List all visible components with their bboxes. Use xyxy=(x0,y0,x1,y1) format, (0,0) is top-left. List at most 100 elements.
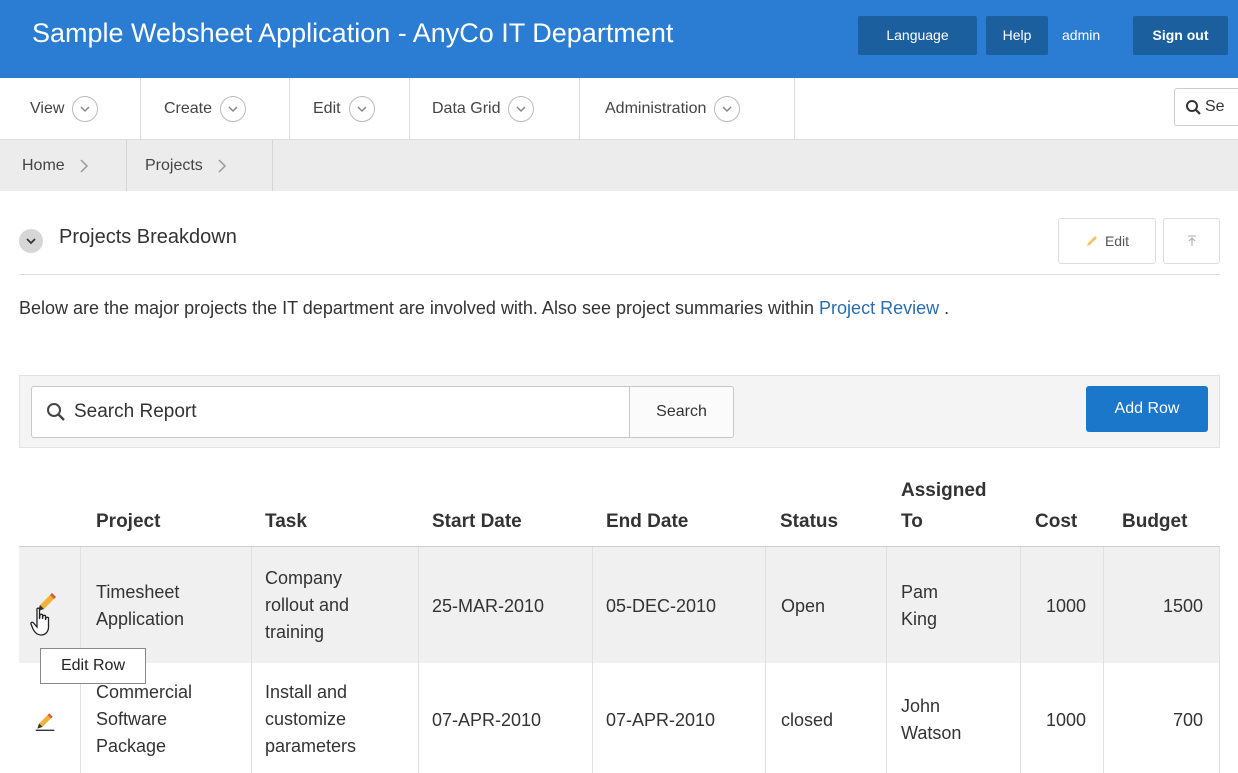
cell-assigned-line: Pam xyxy=(901,582,939,602)
cell-budget: 700 xyxy=(1172,710,1203,730)
menu-data-grid-label: Data Grid xyxy=(432,99,501,117)
column-divider xyxy=(251,547,252,773)
column-divider xyxy=(418,547,419,773)
col-header-budget[interactable]: Budget xyxy=(1122,506,1187,537)
column-divider xyxy=(886,547,887,773)
menu-administration-label: Administration xyxy=(605,99,707,117)
cell-start-date: 07-APR-2010 xyxy=(432,710,542,730)
menu-bar: View Create Edit Data Grid Administratio… xyxy=(0,78,1238,140)
breadcrumb-home-label: Home xyxy=(22,156,65,174)
arrow-up-to-top-icon xyxy=(1187,235,1196,246)
column-divider xyxy=(1103,547,1104,773)
cell-task-line: customize xyxy=(265,709,347,729)
menu-administration[interactable]: Administration xyxy=(580,78,795,139)
help-button[interactable]: Help xyxy=(986,16,1048,55)
chevron-down-icon[interactable] xyxy=(348,95,375,122)
cell-end-date: 05-DEC-2010 xyxy=(606,596,717,616)
cell-cost: 1000 xyxy=(1045,596,1086,616)
cell-assigned-to: John Watson xyxy=(901,693,961,747)
column-divider xyxy=(1219,547,1220,773)
app-title[interactable]: Sample Websheet Application - AnyCo IT D… xyxy=(32,18,673,49)
menu-create[interactable]: Create xyxy=(141,78,290,139)
col-header-task[interactable]: Task xyxy=(265,506,307,537)
language-button[interactable]: Language xyxy=(858,16,977,55)
cell-project-line: Timesheet xyxy=(96,582,180,602)
chevron-down-icon xyxy=(26,238,36,245)
cell-assigned-line: King xyxy=(901,609,938,629)
cell-task-line: parameters xyxy=(265,736,357,756)
col-header-cost[interactable]: Cost xyxy=(1035,506,1077,537)
cell-task: Install and customize parameters xyxy=(265,679,356,760)
region-edit-button[interactable]: Edit xyxy=(1058,218,1156,264)
report-toolbar: Search Report Search Add Row xyxy=(19,375,1220,448)
chevron-down-icon[interactable] xyxy=(72,95,99,122)
cell-assigned-line: Watson xyxy=(901,723,962,743)
edit-row-tooltip: Edit Row xyxy=(40,648,146,684)
column-divider xyxy=(592,547,593,773)
col-header-end-date[interactable]: End Date xyxy=(606,506,688,537)
chevron-down-icon[interactable] xyxy=(220,95,247,122)
col-header-project[interactable]: Project xyxy=(96,506,160,537)
global-search-text: Se xyxy=(1205,98,1225,115)
search-button[interactable]: Search xyxy=(629,386,734,438)
breadcrumb-home[interactable]: Home xyxy=(0,140,127,191)
search-icon xyxy=(1186,99,1201,115)
column-divider xyxy=(1020,547,1021,773)
search-icon xyxy=(47,403,65,421)
cell-status: closed xyxy=(781,710,834,730)
cell-status: Open xyxy=(781,596,826,616)
col-header-status[interactable]: Status xyxy=(780,506,838,537)
breadcrumb-projects[interactable]: Projects xyxy=(127,140,273,191)
menu-view[interactable]: View xyxy=(0,78,141,139)
chevron-down-icon[interactable] xyxy=(714,95,741,122)
pencil-icon[interactable] xyxy=(34,710,56,732)
cell-end-date: 07-APR-2010 xyxy=(606,710,716,730)
cell-project-line: Package xyxy=(96,736,167,756)
description-text: Below are the major projects the IT depa… xyxy=(19,298,820,318)
chevron-right-icon xyxy=(80,158,88,173)
cell-project: Commercial Software Package xyxy=(96,679,192,760)
report-search-placeholder: Search Report xyxy=(74,401,197,422)
cell-task-line: training xyxy=(265,622,325,642)
region-description: Below are the major projects the IT depa… xyxy=(19,293,1219,323)
menu-view-label: View xyxy=(30,99,65,117)
region-edit-label: Edit xyxy=(1104,233,1130,249)
menu-edit[interactable]: Edit xyxy=(290,78,410,139)
cell-project-line: Application xyxy=(96,609,185,629)
chevron-down-icon[interactable] xyxy=(508,95,535,122)
col-header-start-date[interactable]: Start Date xyxy=(432,506,522,537)
chevron-right-icon xyxy=(218,158,226,173)
cell-project: Timesheet Application xyxy=(96,579,184,633)
description-end: . xyxy=(939,298,950,318)
breadcrumb: Home Projects xyxy=(0,140,1238,191)
cell-assigned-line: John xyxy=(901,696,941,716)
cell-task-line: rollout and xyxy=(265,595,350,615)
cell-task-line: Company xyxy=(265,568,343,588)
region-divider xyxy=(19,274,1220,275)
sign-out-button[interactable]: Sign out xyxy=(1133,16,1228,55)
global-search-input[interactable]: Se xyxy=(1174,88,1238,126)
cell-task-line: Install and xyxy=(265,682,348,702)
region-title: Projects Breakdown xyxy=(59,226,237,248)
column-divider xyxy=(765,547,766,773)
breadcrumb-projects-label: Projects xyxy=(145,156,203,174)
scroll-top-button[interactable] xyxy=(1163,218,1220,264)
cell-task: Company rollout and training xyxy=(265,565,349,646)
menu-data-grid[interactable]: Data Grid xyxy=(410,78,580,139)
user-label: admin xyxy=(1062,27,1101,43)
project-review-link[interactable]: Project Review xyxy=(819,298,939,318)
menu-create-label: Create xyxy=(164,99,213,117)
col-header-assigned-to[interactable]: Assigned To xyxy=(901,475,1011,537)
cell-cost: 1000 xyxy=(1045,710,1086,730)
hand-cursor-icon xyxy=(30,607,50,636)
report-search-input[interactable]: Search Report xyxy=(31,386,630,438)
pencil-icon xyxy=(1086,236,1097,246)
cell-budget: 1500 xyxy=(1162,596,1203,616)
menu-edit-label: Edit xyxy=(313,99,341,117)
region-collapse-toggle[interactable] xyxy=(19,229,43,253)
app-header: Sample Websheet Application - AnyCo IT D… xyxy=(0,0,1238,78)
cell-assigned-to: Pam King xyxy=(901,579,938,633)
cell-start-date: 25-MAR-2010 xyxy=(432,596,545,616)
cell-project-line: Software xyxy=(96,709,168,729)
add-row-button[interactable]: Add Row xyxy=(1086,386,1208,432)
